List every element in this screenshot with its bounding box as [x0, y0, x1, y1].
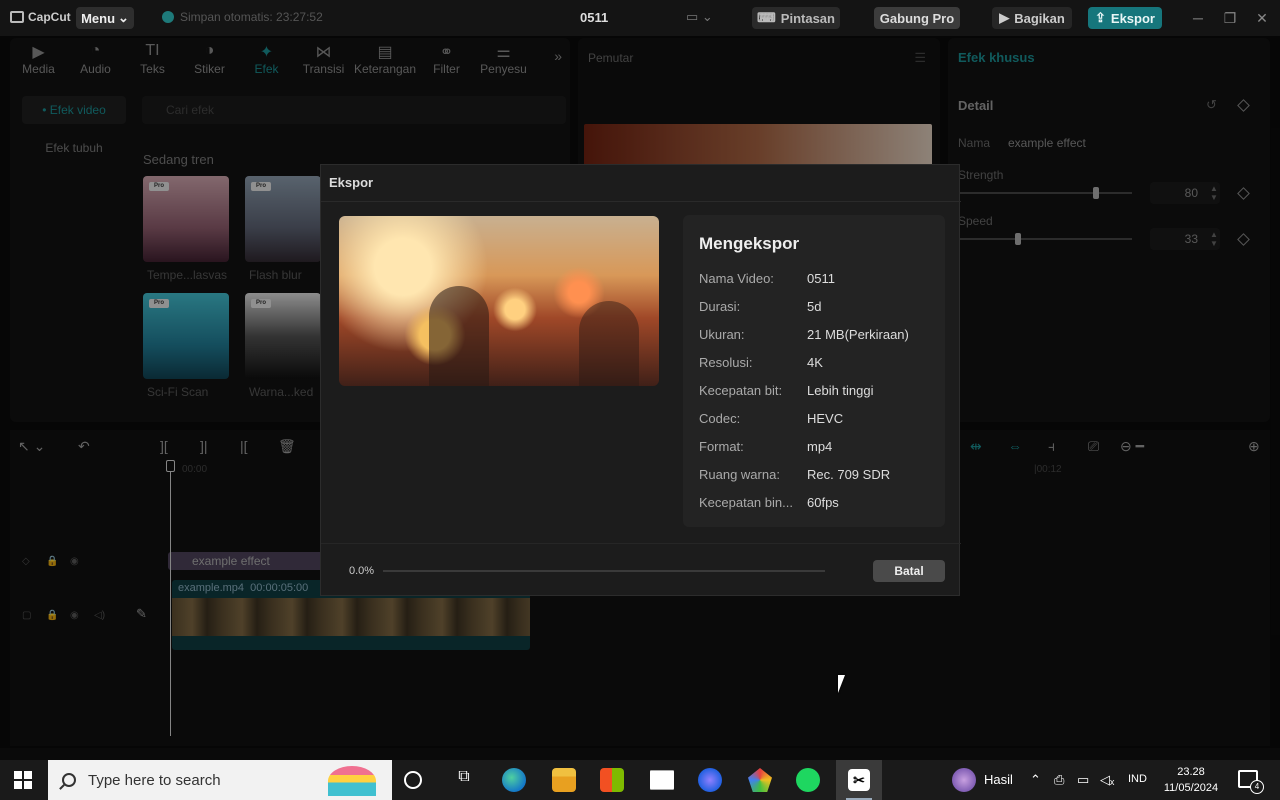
windows-start-icon[interactable] [14, 771, 32, 789]
share-icon: ▶ [999, 10, 1010, 25]
progress-bar [383, 570, 825, 572]
join-pro-button[interactable]: Gabung Pro [874, 7, 960, 29]
cortana-icon[interactable] [404, 771, 422, 789]
close-icon[interactable]: ✕ [1252, 8, 1272, 28]
task-view-icon[interactable]: ⧉ [452, 768, 476, 792]
app-logo: CapCut [10, 10, 71, 24]
export-info-card: Mengekspor Nama Video: 0511 Durasi: 5d Uku… [683, 215, 945, 527]
weather-icon[interactable] [952, 768, 976, 792]
chevron-up-icon[interactable]: ⌃ [1030, 772, 1041, 788]
search-icon [62, 773, 76, 787]
store-icon[interactable] [600, 768, 624, 792]
network-icon[interactable]: ▭ [1077, 772, 1089, 788]
share-button[interactable]: ▶ Bagikan [992, 7, 1072, 29]
chevron-down-icon: ⌄ [118, 10, 129, 25]
file-explorer-icon[interactable] [552, 768, 576, 792]
spotify-icon[interactable] [796, 768, 820, 792]
capcut-icon: ✂ [848, 769, 870, 791]
app-pentagon-icon[interactable] [748, 768, 772, 792]
taskbar-search-input[interactable]: Type here to search [48, 760, 392, 800]
mail-icon[interactable] [650, 770, 674, 790]
export-preview-image [339, 216, 659, 386]
project-title: 0511 [580, 10, 609, 25]
shortcut-button[interactable]: ⌨ Pintasan [752, 7, 840, 29]
weather-label[interactable]: Hasil [984, 772, 1013, 787]
divider [321, 201, 961, 202]
cancel-button[interactable]: Batal [873, 560, 945, 582]
taskbar: Type here to search ⧉ ✂ Hasil ⌃ ⎙ ▭ ◁ₓ I… [0, 760, 1280, 800]
progress-percent: 0.0% [349, 565, 375, 577]
meet-now-icon[interactable]: ⎙ [1054, 772, 1064, 788]
volume-muted-icon[interactable]: ◁ₓ [1100, 772, 1114, 788]
language-indicator[interactable]: IND [1128, 773, 1147, 785]
title-bar: CapCut Menu ⌄ Simpan otomatis: 23:27:52 0… [0, 0, 1280, 36]
check-icon [162, 11, 174, 23]
divider [321, 543, 961, 544]
clock[interactable]: 23.28 11/05/2024 [1156, 764, 1226, 796]
capcut-taskbar-button[interactable]: ✂ [836, 760, 882, 800]
menu-button[interactable]: Menu ⌄ [76, 7, 134, 29]
notification-icon[interactable]: 4 [1238, 770, 1264, 794]
export-button[interactable]: ⇪ Ekspor [1088, 7, 1162, 29]
mouse-cursor-icon [838, 675, 852, 693]
autosave-status: Simpan otomatis: 23:27:52 [162, 10, 323, 24]
export-dialog: Ekspor Mengekspor Nama Video: 0511 Durasi… [320, 164, 961, 596]
upload-icon: ⇪ [1095, 10, 1106, 25]
layout-icon[interactable]: ▭ ⌄ [686, 9, 718, 27]
edge-icon[interactable] [502, 768, 526, 792]
keyboard-icon: ⌨ [757, 10, 776, 25]
restore-icon[interactable]: ❐ [1220, 8, 1240, 28]
search-highlight-icon [328, 766, 376, 796]
dialog-title: Ekspor [329, 175, 374, 190]
notification-badge: 4 [1250, 780, 1264, 794]
minimize-icon[interactable]: ─ [1188, 8, 1208, 28]
firefox-icon[interactable] [698, 768, 722, 792]
export-heading: Mengekspor [699, 234, 800, 253]
